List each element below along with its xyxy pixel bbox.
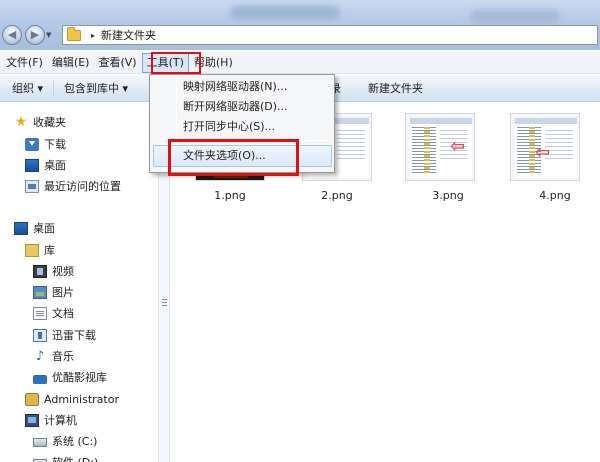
breadcrumb-separator[interactable]: ▸ [91,31,95,40]
menu-item-open-sync-center[interactable]: 打开同步中心(S)... [183,117,275,137]
youku-library-icon [33,374,47,384]
address-bar[interactable]: ▸ 新建文件夹 [62,25,598,45]
tree-item-label: 软件 (D:) [52,454,98,462]
star-icon: ★ [14,113,28,130]
menu-item-disconnect-network-drive[interactable]: 断开网络驱动器(D)... [183,97,288,117]
tree-item-drive-c[interactable]: 系统 (C:) [33,431,97,451]
tree-item-label: 库 [44,244,55,257]
tree-item-youku-library[interactable]: 优酷影视库 [33,367,107,387]
back-arrow-icon[interactable]: ◀ [2,25,22,45]
tree-item-label: 计算机 [44,414,77,427]
menu-file[interactable]: 文件(F) [2,53,47,73]
menu-view[interactable]: 查看(V) [94,53,140,73]
tree-item-label: 桌面 [33,222,55,235]
red-arrow-icon: ⇦ [535,142,551,163]
tree-item-computer[interactable]: 计算机 [25,410,77,430]
tree-item-desktop-favorite[interactable]: 桌面 [25,155,66,175]
tree-item-drive-d[interactable]: 软件 (D:) [33,452,98,462]
new-folder-button[interactable]: 新建文件夹 [368,75,423,102]
tree-item-label: 桌面 [44,159,66,172]
tree-item-label: 音乐 [52,350,74,363]
file-name: 2.png [321,189,353,202]
computer-icon [25,413,39,427]
drive-icon [33,438,47,447]
file-thumbnail: ⇦ [405,113,475,181]
tree-item-downloads[interactable]: 下载 [25,134,66,154]
pictures-library-icon [33,285,47,299]
tree-item-videos[interactable]: 视频 [33,261,74,281]
desktop-icon [14,221,28,235]
menu-tools[interactable]: 工具(T) [141,52,189,73]
tree-item-pictures[interactable]: 图片 [33,282,74,302]
navigation-pane: ★ 收藏夹 下载 桌面 最近访问的位置 桌面 库 视频 图片 文档 迅雷下载 ♪… [0,103,158,462]
tree-item-favorites[interactable]: ★ 收藏夹 [14,112,66,132]
tree-item-label: 图片 [52,286,74,299]
tree-item-recent-places[interactable]: 最近访问的位置 [25,176,121,196]
tree-item-label: 收藏夹 [33,116,66,129]
tree-item-documents[interactable]: 文档 [33,303,74,323]
music-note-icon: ♪ [35,348,45,364]
file-name: 1.png [214,189,246,202]
tools-menu-dropdown: 映射网络驱动器(N)... 断开网络驱动器(D)... 打开同步中心(S)...… [149,74,335,173]
tree-item-label: 视频 [52,265,74,278]
splitter-grip-icon [162,299,167,307]
tree-item-desktop[interactable]: 桌面 [14,218,55,238]
desktop-icon [25,158,39,172]
recent-pages-dropdown-icon[interactable]: ▼ [46,31,51,39]
file-name: 4.png [539,189,571,202]
library-icon [25,243,39,257]
address-row: ◀ ▶ ▼ ▸ 新建文件夹 [0,0,600,50]
menu-edit[interactable]: 编辑(E) [48,53,94,73]
include-in-library-button[interactable]: 包含到库中 ▾ [54,75,138,102]
tree-item-label: 系统 (C:) [52,435,98,448]
tree-item-label: 迅雷下载 [52,329,96,342]
user-folder-icon [25,392,39,406]
breadcrumb-current-folder[interactable]: 新建文件夹 [101,27,156,43]
red-arrow-icon: ⇦ [450,136,466,157]
tree-item-label: 优酷影视库 [52,371,107,384]
menu-bar: 文件(F) 编辑(E) 查看(V) 工具(T) 帮助(H) [0,52,600,74]
tree-item-xunlei-downloads[interactable]: 迅雷下载 [33,325,96,345]
tree-item-label: 下载 [44,138,66,151]
tree-item-libraries[interactable]: 库 [25,240,55,260]
video-library-icon [33,264,47,278]
tree-item-label: 文档 [52,307,74,320]
folder-icon [67,26,81,41]
tree-item-music[interactable]: ♪ 音乐 [33,346,74,366]
tree-item-administrator[interactable]: Administrator [25,389,119,409]
tree-item-label: Administrator [44,392,119,406]
menu-item-folder-options[interactable]: 文件夹选项(O)... [183,146,266,166]
organize-button[interactable]: 组织 ▾ [2,75,53,102]
tree-item-label: 最近访问的位置 [44,180,121,193]
menu-item-map-network-drive[interactable]: 映射网络驱动器(N)... [183,77,287,97]
menu-help[interactable]: 帮助(H) [190,53,237,73]
download-folder-icon [25,137,39,151]
xunlei-download-icon [33,328,47,342]
recent-places-icon [25,179,39,193]
file-name: 3.png [432,189,464,202]
documents-library-icon [33,306,47,320]
file-thumbnail: ⇦ [510,113,580,181]
forward-arrow-icon[interactable]: ▶ [25,25,45,45]
